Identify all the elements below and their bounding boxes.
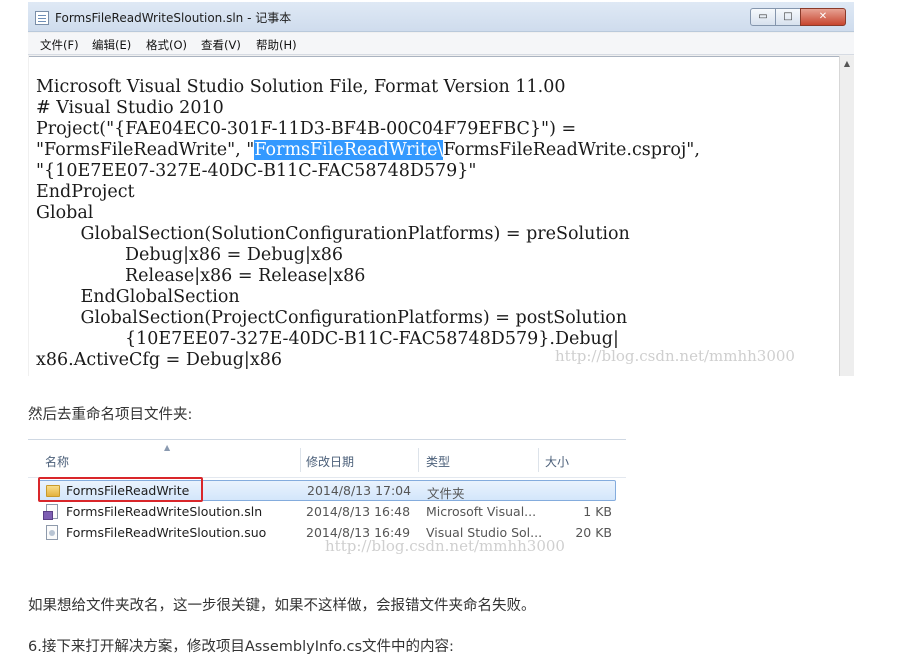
notepad-window: FormsFileReadWriteSloution.sln - 记事本 ▭ □…: [28, 2, 854, 376]
column-divider[interactable]: [538, 448, 539, 472]
code-line: EndProject: [36, 182, 135, 202]
code-line: EndGlobalSection: [36, 287, 240, 307]
maximize-button[interactable]: □: [775, 8, 801, 26]
minimize-button[interactable]: ▭: [750, 8, 776, 26]
paragraph-step-6: 6.接下来打开解决方案，修改项目AssemblyInfo.cs文件中的内容:: [28, 639, 454, 655]
code-line: FormsFileReadWrite.csproj",: [443, 140, 700, 160]
watermark: http://blog.csdn.net/mmhh3000: [555, 347, 795, 365]
file-size: 1 KB: [583, 504, 612, 519]
paragraph-rename-folder: 然后去重命名项目文件夹:: [28, 407, 193, 423]
column-divider[interactable]: [418, 448, 419, 472]
window-title: FormsFileReadWriteSloution.sln - 记事本: [55, 11, 292, 25]
column-header-row: ▲ 名称 修改日期 类型 大小: [28, 440, 626, 478]
menu-view[interactable]: 查看(V): [201, 37, 241, 53]
scroll-up-arrow-icon[interactable]: ▲: [841, 58, 853, 70]
text-editor[interactable]: Microsoft Visual Studio Solution File, F…: [29, 56, 839, 376]
file-row-sln[interactable]: FormsFileReadWriteSloution.sln 2014/8/13…: [38, 502, 616, 523]
code-line: GlobalSection(ProjectConfigurationPlatfo…: [36, 308, 628, 328]
notepad-icon: [35, 11, 49, 25]
code-line: # Visual Studio 2010: [36, 98, 224, 118]
column-header-date[interactable]: 修改日期: [306, 453, 354, 470]
file-type: Microsoft Visual...: [426, 504, 537, 519]
code-line: "{10E7EE07-327E-40DC-B11C-FAC58748D579}": [36, 161, 477, 181]
code-line: x86.ActiveCfg = Debug|x86: [36, 350, 282, 370]
code-line: "FormsFileReadWrite", ": [36, 140, 255, 160]
code-line: Microsoft Visual Studio Solution File, F…: [36, 77, 566, 97]
column-divider[interactable]: [300, 448, 301, 472]
code-line: Global: [36, 203, 94, 223]
file-name: FormsFileReadWriteSloution.suo: [66, 525, 267, 540]
column-header-size[interactable]: 大小: [545, 453, 569, 470]
menu-format[interactable]: 格式(O): [146, 37, 187, 53]
watermark: http://blog.csdn.net/mmhh3000: [325, 537, 565, 555]
suo-file-icon: [46, 525, 58, 540]
file-type: 文件夹: [427, 486, 465, 501]
selected-text: FormsFileReadWrite\: [254, 140, 444, 160]
menu-edit[interactable]: 编辑(E): [92, 37, 131, 53]
red-highlight-box: [38, 477, 203, 502]
code-line: GlobalSection(SolutionConfigurationPlatf…: [36, 224, 630, 244]
title-bar[interactable]: FormsFileReadWriteSloution.sln - 记事本 ▭ □…: [28, 2, 854, 32]
column-header-type[interactable]: 类型: [426, 453, 450, 470]
code-line: Project("{FAE04EC0-301F-11D3-BF4B-00C04F…: [36, 119, 577, 139]
code-line: Release|x86 = Release|x86: [36, 266, 366, 286]
code-line: {10E7EE07-327E-40DC-B11C-FAC58748D579}.D…: [36, 329, 619, 349]
file-name: FormsFileReadWriteSloution.sln: [66, 504, 263, 519]
menu-bar: 文件(F) 编辑(E) 格式(O) 查看(V) 帮助(H): [28, 33, 854, 55]
file-date: 2014/8/13 16:48: [306, 504, 411, 519]
file-content: Microsoft Visual Studio Solution File, F…: [36, 77, 700, 371]
menu-help[interactable]: 帮助(H): [256, 37, 297, 53]
close-button[interactable]: ✕: [800, 8, 846, 26]
paragraph-rename-note: 如果想给文件夹改名，这一步很关键，如果不这样做，会报错文件夹命名失败。: [28, 598, 536, 614]
code-line: Debug|x86 = Debug|x86: [36, 245, 343, 265]
vertical-scrollbar[interactable]: ▲: [839, 56, 854, 376]
sort-up-icon: ▲: [164, 443, 171, 452]
column-header-name[interactable]: 名称: [45, 453, 69, 470]
menu-file[interactable]: 文件(F): [40, 37, 79, 53]
sln-file-icon: [43, 504, 58, 520]
file-explorer-list: ▲ 名称 修改日期 类型 大小 FormsFileReadWrite 2014/…: [28, 439, 626, 565]
file-date: 2014/8/13 17:04: [307, 483, 412, 498]
